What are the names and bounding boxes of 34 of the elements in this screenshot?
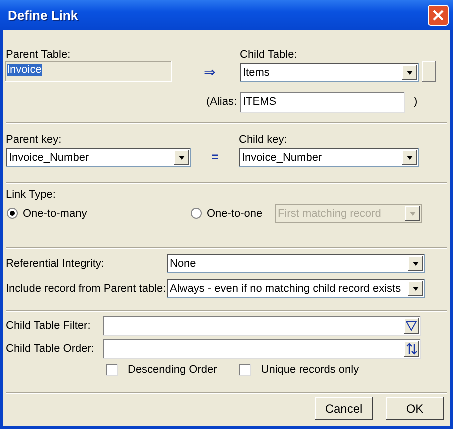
filter-icon[interactable] <box>404 318 419 334</box>
parent-table-field[interactable]: Invoice <box>5 61 172 82</box>
section-label: Link Type: <box>6 189 56 201</box>
dialog-button[interactable]: OK <box>386 397 444 420</box>
field-label: Parent Table: <box>6 49 72 61</box>
checkbox-option[interactable]: Unique records only <box>239 364 360 376</box>
sort-icon[interactable] <box>404 341 419 357</box>
field-label: Child Table Filter: <box>6 320 92 332</box>
closing-parenthesis: ) <box>414 96 418 108</box>
checkbox-option[interactable]: Descending Order <box>106 364 218 376</box>
browse-button[interactable] <box>422 61 436 82</box>
close-button[interactable] <box>428 4 449 26</box>
parent-key-dropdown[interactable]: Invoice_Number <box>6 148 191 167</box>
window-title: Define Link <box>7 8 78 22</box>
child-key-dropdown[interactable]: Invoice_Number <box>239 148 419 167</box>
field-label: Referential Integrity: <box>6 258 106 270</box>
field-label: Include record from Parent table: <box>6 282 167 294</box>
radio-option[interactable]: One-to-many <box>6 208 191 220</box>
close-icon <box>433 10 444 20</box>
radio-option[interactable]: One-to-one <box>191 208 275 220</box>
alias-label: (Alias: <box>205 96 238 108</box>
referential-integrity-dropdown[interactable]: None <box>167 254 425 273</box>
field-label: Parent key: <box>6 134 63 146</box>
field-label: Child Table: <box>240 49 298 61</box>
field-label: Child key: <box>239 134 288 146</box>
include-record-dropdown[interactable]: Always - even if no matching child record exists <box>167 279 425 298</box>
link-arrow: ⇒ <box>203 64 217 80</box>
field-label: Child Table Order: <box>6 343 96 355</box>
dialog-button[interactable]: Cancel <box>315 397 373 420</box>
child-table-dropdown[interactable]: Items <box>240 63 419 82</box>
child-filter-field[interactable] <box>103 316 421 336</box>
child-order-field[interactable] <box>103 339 421 359</box>
alias-field[interactable]: ITEMS <box>240 92 405 112</box>
equals-sign: = <box>210 150 220 164</box>
